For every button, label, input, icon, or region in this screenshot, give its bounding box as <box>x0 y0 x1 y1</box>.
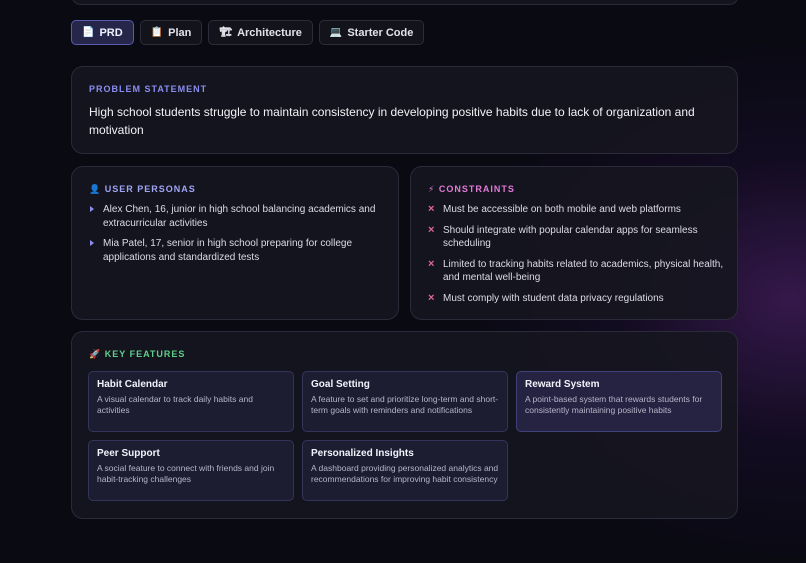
feature-card-habit-calendar: Habit Calendar A visual calendar to trac… <box>88 371 294 432</box>
constraint-text: Should integrate with popular calendar a… <box>443 224 698 250</box>
feature-title: Personalized Insights <box>311 448 414 459</box>
list-item: × Limited to tracking habits related to … <box>428 258 724 285</box>
x-mark-icon: × <box>428 291 435 304</box>
constraint-text: Limited to tracking habits related to ac… <box>443 258 724 284</box>
lightning-icon: ⚡ <box>428 184 436 194</box>
persona-text: Mia Patel, 17, senior in high school pre… <box>103 238 353 263</box>
problem-statement-heading: PROBLEM STATEMENT <box>89 84 208 94</box>
personas-list: Alex Chen, 16, junior in high school bal… <box>89 203 385 271</box>
triangle-bullet-icon <box>90 240 94 246</box>
feature-card-personalized-insights: Personalized Insights A dashboard provid… <box>302 440 508 501</box>
construction-icon: 🏗 <box>219 27 233 38</box>
problem-statement-text: High school students struggle to maintai… <box>89 105 695 137</box>
feature-description: A social feature to connect with friends… <box>97 463 275 484</box>
list-item: × Must be accessible on both mobile and … <box>428 203 724 217</box>
constraint-text: Must be accessible on both mobile and we… <box>443 204 681 215</box>
persona-text: Alex Chen, 16, junior in high school bal… <box>103 204 376 229</box>
feature-card-goal-setting: Goal Setting A feature to set and priori… <box>302 371 508 432</box>
list-item: × Should integrate with popular calendar… <box>428 224 724 251</box>
feature-description: A dashboard providing personalized analy… <box>311 463 499 484</box>
tab-bar: 📄 PRD 📋 Plan 🏗 Architecture 💻 Starter Co… <box>71 20 425 45</box>
feature-description: A feature to set and prioritize long-ter… <box>311 394 499 415</box>
feature-description: A point-based system that rewards studen… <box>525 394 703 415</box>
constraint-text: Must comply with student data privacy re… <box>443 292 664 304</box>
previous-panel-edge <box>71 0 739 5</box>
rocket-icon: 🚀 <box>89 349 102 359</box>
constraints-card: ⚡ CONSTRAINTS × Must be accessible on bo… <box>410 166 738 320</box>
tab-label: Starter Code <box>347 26 414 39</box>
tab-starter-code[interactable]: 💻 Starter Code <box>318 20 425 45</box>
feature-card-peer-support: Peer Support A social feature to connect… <box>88 440 294 501</box>
tab-prd[interactable]: 📄 PRD <box>71 20 134 45</box>
user-personas-heading: 👤 USER PERSONAS <box>89 184 196 195</box>
feature-title: Habit Calendar <box>97 379 168 390</box>
x-mark-icon: × <box>428 223 435 236</box>
list-item: Alex Chen, 16, junior in high school bal… <box>89 203 385 230</box>
list-item: Mia Patel, 17, senior in high school pre… <box>89 237 385 264</box>
tab-architecture[interactable]: 🏗 Architecture <box>208 20 313 45</box>
clipboard-icon: 📋 <box>150 27 164 38</box>
key-features-label: KEY FEATURES <box>104 349 186 359</box>
laptop-icon: 💻 <box>329 27 343 38</box>
tab-label: Architecture <box>237 26 302 39</box>
user-personas-card: 👤 USER PERSONAS Alex Chen, 16, junior in… <box>71 166 399 320</box>
user-personas-label: USER PERSONAS <box>104 184 196 194</box>
feature-title: Peer Support <box>97 448 160 459</box>
tab-plan[interactable]: 📋 Plan <box>139 20 203 45</box>
document-icon: 📄 <box>82 27 95 38</box>
constraints-heading: ⚡ CONSTRAINTS <box>428 184 515 195</box>
feature-card-reward-system: Reward System A point-based system that … <box>516 371 722 432</box>
triangle-bullet-icon <box>90 206 94 212</box>
problem-statement-card: PROBLEM STATEMENT High school students s… <box>71 66 738 154</box>
feature-title: Goal Setting <box>311 379 370 390</box>
feature-title: Reward System <box>525 379 600 390</box>
constraints-label: CONSTRAINTS <box>438 184 515 194</box>
tab-label: PRD <box>99 26 123 39</box>
key-features-heading: 🚀 KEY FEATURES <box>89 349 185 360</box>
list-item: × Must comply with student data privacy … <box>428 292 724 306</box>
key-features-card: 🚀 KEY FEATURES Habit Calendar A visual c… <box>71 331 738 519</box>
x-mark-icon: × <box>428 257 435 270</box>
tab-label: Plan <box>168 26 192 39</box>
constraints-list: × Must be accessible on both mobile and … <box>428 203 724 312</box>
x-mark-icon: × <box>428 203 435 215</box>
feature-description: A visual calendar to track daily habits … <box>97 394 253 415</box>
person-icon: 👤 <box>89 184 102 194</box>
